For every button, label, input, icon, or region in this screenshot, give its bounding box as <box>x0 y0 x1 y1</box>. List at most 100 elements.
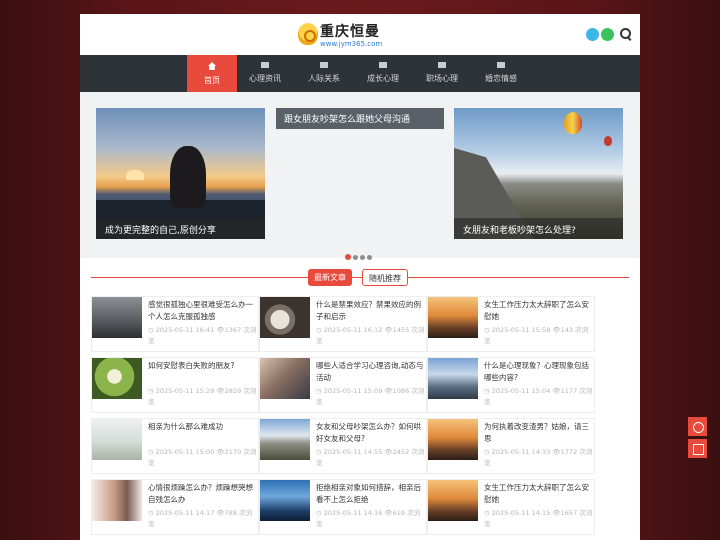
nav-item-love[interactable]: 婚恋情感 <box>476 55 526 92</box>
article-meta: ◷ 2025-05-11 15:04 👁1177 次浏览 <box>484 387 593 406</box>
main-nav: 首页 心理资讯 人际关系 成长心理 职场心理 婚恋情感 <box>80 55 640 92</box>
favorite-button[interactable] <box>688 417 707 436</box>
qq-icon[interactable] <box>586 28 599 41</box>
article-date: 2025-05-11 14:33 <box>491 448 551 456</box>
article-title[interactable]: 相亲为什么那么难成功 <box>148 421 256 445</box>
search-icon[interactable] <box>620 28 632 40</box>
site-logo[interactable]: 重庆恒曼 www.jym365.com <box>296 20 396 50</box>
article-meta: ◷ 2025-05-11 15:00 👁2170 次浏览 <box>148 448 257 467</box>
article-title[interactable]: 女生工作压力太大辞职了怎么安慰她 <box>484 482 592 506</box>
page: 重庆恒曼 www.jym365.com 首页 心理资讯 人际关系 成长心理 职场… <box>80 14 640 540</box>
balloon-icon <box>604 136 612 146</box>
article-meta: ◷ 2025-05-11 16:12 👁1455 次浏览 <box>316 326 425 345</box>
logo-icon <box>298 23 318 45</box>
nav-label: 首页 <box>204 76 220 85</box>
nav-item-workplace[interactable]: 职场心理 <box>417 55 467 92</box>
article-thumb[interactable] <box>428 297 478 338</box>
tab-divider <box>91 277 629 278</box>
site-title: 重庆恒曼 <box>320 24 380 40</box>
wechat-icon[interactable] <box>601 28 614 41</box>
article-thumb[interactable] <box>92 480 142 521</box>
article-date: 2025-05-11 15:00 <box>155 448 215 456</box>
article-date: 2025-05-11 14:55 <box>323 448 383 456</box>
article-title[interactable]: 为何执着改变渣男？姑娘，请三思 <box>484 421 592 445</box>
article-card[interactable]: 女生工作压力太大辞职了怎么安慰她 ◷ 2025-05-11 15:58 👁143… <box>427 296 595 352</box>
article-date: 2025-05-11 15:58 <box>491 326 551 334</box>
article-meta: ◷ 2025-05-11 14:15 👁1657 次浏览 <box>484 509 593 528</box>
article-meta: ◷ 2025-05-11 15:58 👁143 次浏览 <box>484 326 589 345</box>
nav-item-psych-news[interactable]: 心理资讯 <box>240 55 290 92</box>
slider-dot[interactable] <box>367 255 372 260</box>
article-title[interactable]: 感觉很孤独心里很难受怎么办一个人怎么克服孤独感 <box>148 299 256 323</box>
qrcode-button[interactable] <box>688 439 707 458</box>
article-card[interactable]: 拒绝相亲对象如何措辞，相亲后看不上怎么拒绝 ◷ 2025-05-11 14:16… <box>259 479 427 535</box>
slide-right[interactable]: 女朋友和老板吵架怎么处理? <box>454 108 623 239</box>
nav-item-growth[interactable]: 成长心理 <box>358 55 408 92</box>
article-title[interactable]: 什么是心理现象？心理现象包括哪些内容? <box>484 360 592 384</box>
slide-left[interactable]: 成为更完整的自己,原创分享 <box>96 108 265 239</box>
site-url: www.jym365.com <box>320 40 383 48</box>
article-meta: ◷ 2025-05-11 14:17 👁788 次浏览 <box>148 509 253 528</box>
slide-person <box>170 146 206 208</box>
article-card[interactable]: 女生工作压力太大辞职了怎么安慰她 ◷ 2025-05-11 14:15 👁165… <box>427 479 595 535</box>
slide-middle-title[interactable]: 跟女朋友吵架怎么跟她父母沟通 <box>276 108 444 129</box>
article-card[interactable]: 为何执着改变渣男？姑娘，请三思 ◷ 2025-05-11 14:33 👁1772… <box>427 418 595 474</box>
article-title[interactable]: 女友和父母吵架怎么办？如何哄好女友和父母? <box>316 421 424 445</box>
article-thumb[interactable] <box>428 358 478 399</box>
menu-icon <box>497 62 505 68</box>
nav-label: 心理资讯 <box>249 74 281 83</box>
article-date: 2025-05-11 15:04 <box>491 387 551 395</box>
menu-icon <box>438 62 446 68</box>
article-date: 2025-05-11 16:41 <box>155 326 215 334</box>
article-thumb[interactable] <box>428 419 478 460</box>
article-card[interactable]: 如何安慰表白失败的朋友? ◷ 2025-05-11 15:29 👁2859 次浏… <box>91 357 259 413</box>
article-thumb[interactable] <box>92 297 142 338</box>
article-date: 2025-05-11 15:29 <box>155 387 215 395</box>
article-title[interactable]: 女生工作压力太大辞职了怎么安慰她 <box>484 299 592 323</box>
slider-dot[interactable] <box>345 254 351 260</box>
slide-caption: 女朋友和老板吵架怎么处理? <box>454 218 623 239</box>
article-title[interactable]: 哪些人适合学习心理咨询,动态与活动 <box>316 360 424 384</box>
nav-item-home[interactable]: 首页 <box>187 55 237 92</box>
article-date: 2025-05-11 14:17 <box>155 509 215 517</box>
article-meta: ◷ 2025-05-11 14:33 👁1772 次浏览 <box>484 448 593 467</box>
article-thumb[interactable] <box>428 480 478 521</box>
slider-dot[interactable] <box>360 255 365 260</box>
article-thumb[interactable] <box>260 358 310 399</box>
article-card[interactable]: 感觉很孤独心里很难受怎么办一个人怎么克服孤独感 ◷ 2025-05-11 16:… <box>91 296 259 352</box>
article-thumb[interactable] <box>92 419 142 460</box>
article-card[interactable]: 哪些人适合学习心理咨询,动态与活动 ◷ 2025-05-11 15:09 👁10… <box>259 357 427 413</box>
nav-label: 婚恋情感 <box>485 74 517 83</box>
menu-icon <box>261 62 269 68</box>
slide-caption: 成为更完整的自己,原创分享 <box>96 218 265 239</box>
article-date: 2025-05-11 15:09 <box>323 387 383 395</box>
article-meta: ◷ 2025-05-11 15:09 👁1086 次浏览 <box>316 387 425 406</box>
article-card[interactable]: 什么是心理现象？心理现象包括哪些内容? ◷ 2025-05-11 15:04 👁… <box>427 357 595 413</box>
article-title[interactable]: 如何安慰表白失败的朋友? <box>148 360 256 384</box>
article-thumb[interactable] <box>260 480 310 521</box>
article-title[interactable]: 什么是禁果效应？禁果效应的例子和启示 <box>316 299 424 323</box>
article-thumb[interactable] <box>92 358 142 399</box>
article-card[interactable]: 相亲为什么那么难成功 ◷ 2025-05-11 15:00 👁2170 次浏览 <box>91 418 259 474</box>
nav-item-relationships[interactable]: 人际关系 <box>299 55 349 92</box>
article-title[interactable]: 心情很烦躁怎么办？烦躁想哭想自残怎么办 <box>148 482 256 506</box>
sunset-image <box>126 170 144 180</box>
article-card[interactable]: 什么是禁果效应？禁果效应的例子和启示 ◷ 2025-05-11 16:12 👁1… <box>259 296 427 352</box>
article-card[interactable]: 心情很烦躁怎么办？烦躁想哭想自残怎么办 ◷ 2025-05-11 14:17 👁… <box>91 479 259 535</box>
nav-label: 成长心理 <box>367 74 399 83</box>
article-title[interactable]: 拒绝相亲对象如何措辞，相亲后看不上怎么拒绝 <box>316 482 424 506</box>
article-meta: ◷ 2025-05-11 16:41 👁1367 次浏览 <box>148 326 257 345</box>
slider-pagination <box>345 245 374 260</box>
slider-dot[interactable] <box>353 255 358 260</box>
balloon-icon <box>564 112 582 134</box>
article-meta: ◷ 2025-05-11 14:16 👁619 次浏览 <box>316 509 421 528</box>
article-thumb[interactable] <box>260 297 310 338</box>
tab-latest[interactable]: 最新文章 <box>308 269 352 286</box>
menu-icon <box>379 62 387 68</box>
site-header: 重庆恒曼 www.jym365.com <box>80 14 640 55</box>
article-date: 2025-05-11 14:15 <box>491 509 551 517</box>
article-thumb[interactable] <box>260 419 310 460</box>
nav-label: 职场心理 <box>426 74 458 83</box>
tab-random[interactable]: 随机推荐 <box>362 269 408 286</box>
article-card[interactable]: 女友和父母吵架怎么办？如何哄好女友和父母? ◷ 2025-05-11 14:55… <box>259 418 427 474</box>
